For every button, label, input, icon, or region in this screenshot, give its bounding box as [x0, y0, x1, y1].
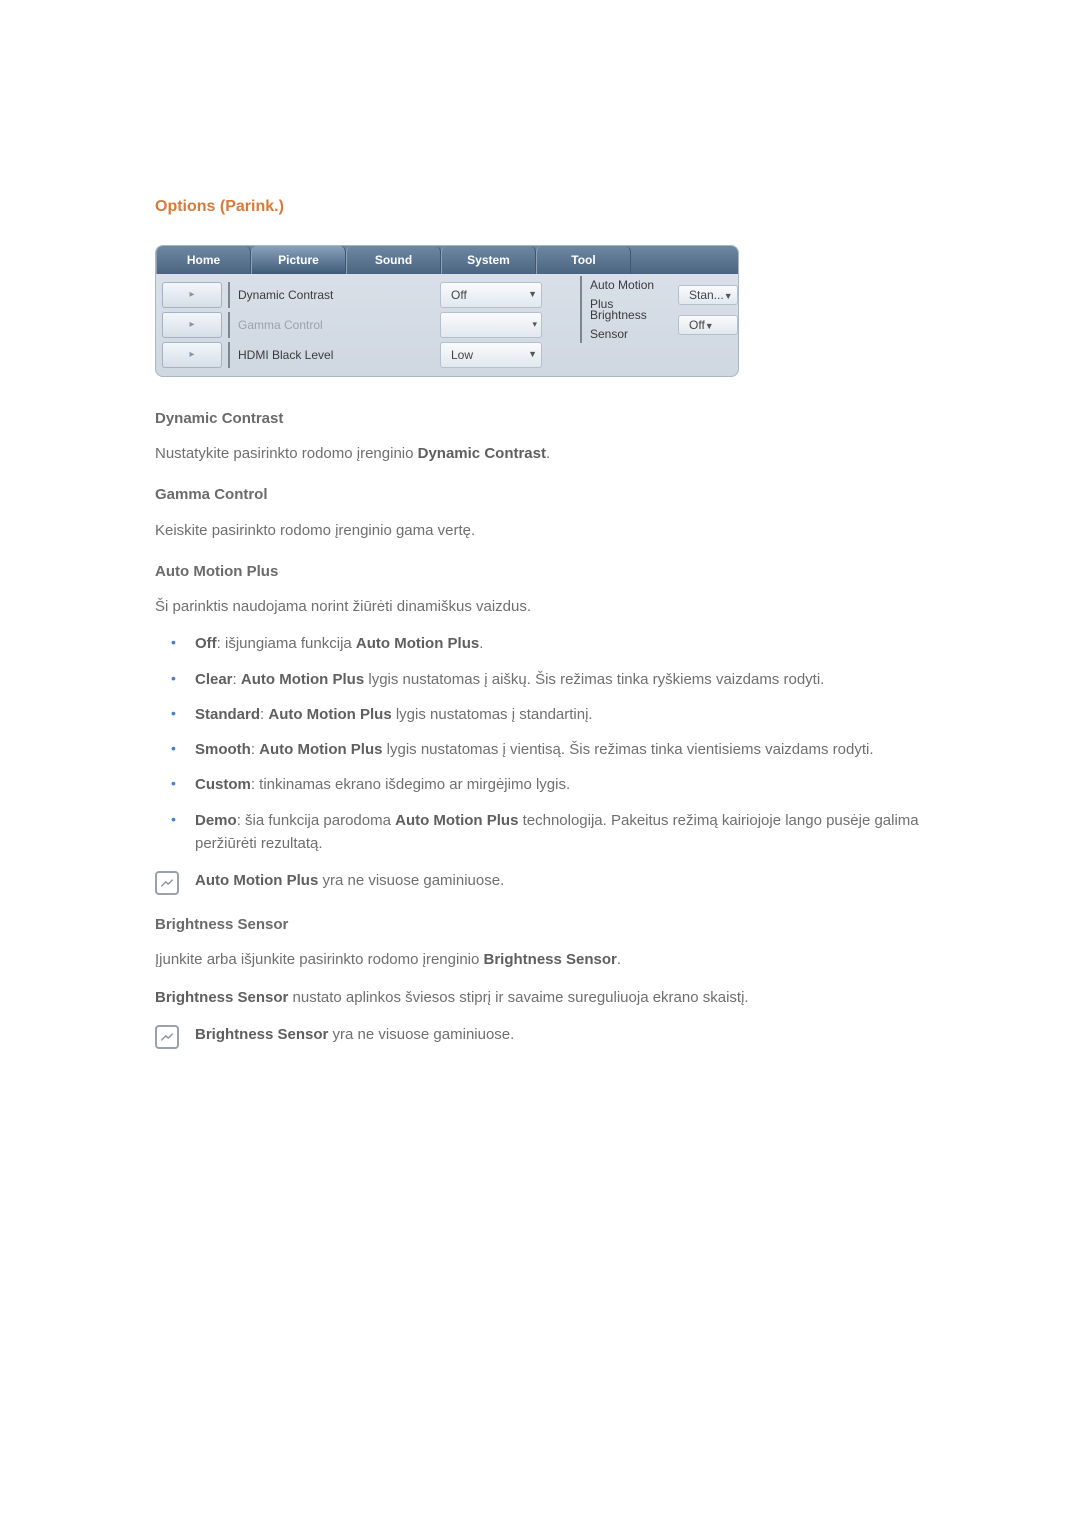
chevron-right-icon: ▸	[189, 317, 194, 333]
heading-brightness-sensor: Brightness Sensor	[155, 913, 925, 936]
select-value: Off	[689, 318, 705, 332]
settings-panel: Home Picture Sound System Tool ▸ Dynamic…	[155, 245, 739, 377]
list-item: Demo: šia funkcija parodoma Auto Motion …	[161, 809, 925, 856]
text: lygis nustatomas į aiškų. Šis režimas ti…	[364, 671, 824, 688]
text: lygis nustatomas į standartinį.	[392, 706, 593, 723]
tab-tool[interactable]: Tool	[536, 246, 631, 274]
text: :	[251, 741, 259, 758]
term: Clear	[195, 671, 233, 688]
spacer	[544, 282, 580, 308]
tab-sound[interactable]: Sound	[346, 246, 441, 274]
text: : šia funkcija parodoma	[237, 812, 395, 829]
term: Auto Motion Plus	[241, 671, 364, 688]
text: :	[233, 671, 241, 688]
paragraph: Nustatykite pasirinkto rodomo įrenginio …	[155, 442, 925, 465]
list-item: Standard: Auto Motion Plus lygis nustato…	[161, 703, 925, 726]
term: Brightness Sensor	[195, 1026, 328, 1043]
term: Demo	[195, 812, 237, 829]
term: Auto Motion Plus	[195, 872, 318, 889]
row-expand-button[interactable]: ▸	[162, 312, 222, 338]
note-text: Auto Motion Plus yra ne visuose gaminiuo…	[195, 869, 504, 892]
chevron-down-icon: ▾	[532, 318, 537, 332]
paragraph: Ši parinktis naudojama norint žiūrėti di…	[155, 595, 925, 618]
note-text: Brightness Sensor yra ne visuose gaminiu…	[195, 1023, 514, 1046]
term: Auto Motion Plus	[356, 635, 479, 652]
heading-gamma-control: Gamma Control	[155, 483, 925, 506]
select-brightness-sensor[interactable]: Off▼	[678, 315, 738, 336]
note: Brightness Sensor yra ne visuose gaminiu…	[155, 1023, 925, 1049]
spacer	[544, 312, 580, 338]
label-hdmi-black-level: HDMI Black Level	[228, 342, 438, 368]
text: : tinkinamas ekrano išdegimo ar mirgėjim…	[251, 776, 570, 793]
label-brightness-sensor: Brightness Sensor	[580, 306, 672, 343]
term: Auto Motion Plus	[259, 741, 382, 758]
select-dynamic-contrast[interactable]: Off ▼	[440, 282, 542, 308]
chevron-down-icon: ▼	[528, 288, 537, 302]
list-item: Custom: tinkinamas ekrano išdegimo ar mi…	[161, 773, 925, 796]
select-value: Low	[451, 346, 473, 365]
term: Off	[195, 635, 217, 652]
text: Įjunkite arba išjunkite pasirinkto rodom…	[155, 951, 484, 968]
chevron-down-icon: ▼	[724, 291, 733, 301]
select-auto-motion-plus[interactable]: Stan...▼	[678, 285, 738, 306]
text: .	[479, 635, 483, 652]
row-expand-button[interactable]: ▸	[162, 342, 222, 368]
list-item: Off: išjungiama funkcija Auto Motion Plu…	[161, 632, 925, 655]
chevron-down-icon: ▼	[705, 321, 714, 331]
term: Brightness Sensor	[155, 989, 288, 1006]
chevron-down-icon: ▼	[528, 348, 537, 362]
text: lygis nustatomas į vientisą. Šis režimas…	[382, 741, 873, 758]
term: Auto Motion Plus	[395, 812, 518, 829]
paragraph: Įjunkite arba išjunkite pasirinkto rodom…	[155, 948, 925, 971]
note-icon	[155, 871, 179, 895]
label-dynamic-contrast: Dynamic Contrast	[228, 282, 438, 308]
label-gamma-control: Gamma Control	[228, 312, 438, 338]
paragraph: Brightness Sensor nustato aplinkos švies…	[155, 986, 925, 1009]
spacer	[544, 342, 580, 368]
row-expand-button[interactable]: ▸	[162, 282, 222, 308]
list-auto-motion-plus: Off: išjungiama funkcija Auto Motion Plu…	[155, 632, 925, 855]
term: Smooth	[195, 741, 251, 758]
heading-dynamic-contrast: Dynamic Contrast	[155, 407, 925, 430]
chevron-right-icon: ▸	[189, 287, 194, 303]
text: : išjungiama funkcija	[217, 635, 356, 652]
section-title: Options (Parink.)	[155, 195, 925, 220]
text: Nustatykite pasirinkto rodomo įrenginio	[155, 445, 418, 462]
term: Custom	[195, 776, 251, 793]
tab-bar: Home Picture Sound System Tool	[156, 246, 738, 274]
tab-home[interactable]: Home	[156, 246, 251, 274]
tab-picture[interactable]: Picture	[251, 246, 346, 274]
text: yra ne visuose gaminiuose.	[328, 1026, 514, 1043]
text: nustato aplinkos šviesos stiprį ir savai…	[288, 989, 748, 1006]
tab-system[interactable]: System	[441, 246, 536, 274]
list-item: Smooth: Auto Motion Plus lygis nustatoma…	[161, 738, 925, 761]
paragraph: Keiskite pasirinkto rodomo įrenginio gam…	[155, 519, 925, 542]
term: Dynamic Contrast	[418, 445, 546, 462]
select-gamma-control: ▾	[440, 312, 542, 338]
spacer	[580, 342, 739, 368]
term: Auto Motion Plus	[268, 706, 391, 723]
text: .	[617, 951, 621, 968]
select-value: Stan...	[689, 288, 724, 302]
select-value: Off	[451, 286, 467, 305]
text: yra ne visuose gaminiuose.	[318, 872, 504, 889]
heading-auto-motion-plus: Auto Motion Plus	[155, 560, 925, 583]
note-icon	[155, 1025, 179, 1049]
select-hdmi-black-level[interactable]: Low ▼	[440, 342, 542, 368]
note: Auto Motion Plus yra ne visuose gaminiuo…	[155, 869, 925, 895]
text: .	[546, 445, 550, 462]
list-item: Clear: Auto Motion Plus lygis nustatomas…	[161, 668, 925, 691]
term: Brightness Sensor	[484, 951, 617, 968]
term: Standard	[195, 706, 260, 723]
chevron-right-icon: ▸	[189, 347, 194, 363]
